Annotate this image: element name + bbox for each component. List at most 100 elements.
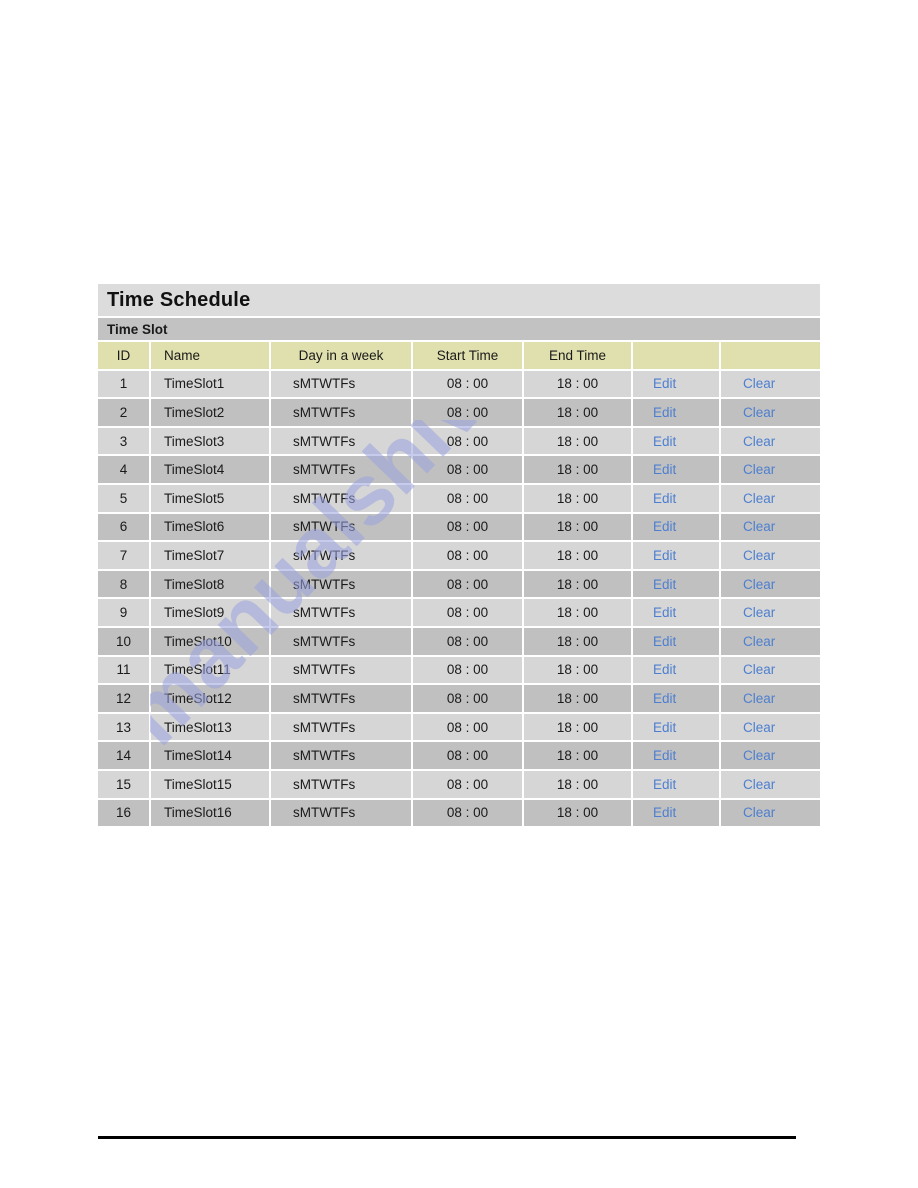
clear-link[interactable]: Clear <box>743 405 775 420</box>
cell-edit: Edit <box>632 398 721 428</box>
cell-day-in-week: sMTWTFs <box>270 626 413 657</box>
edit-link[interactable]: Edit <box>653 462 676 477</box>
column-header-end-time: End Time <box>523 341 633 371</box>
table-row: 12 TimeSlot12 sMTWTFs 08 : 00 18 : 00 Edit Cle… <box>98 684 820 714</box>
clear-link[interactable]: Clear <box>743 434 775 449</box>
cell-end-time: 18 : 00 <box>523 684 633 714</box>
cell-end-time: 18 : 00 <box>523 455 633 485</box>
cell-day-in-week: sMTWTFs <box>270 369 413 400</box>
cell-clear: Clear <box>720 455 820 485</box>
table-body: 1 TimeSlot1 sMTWTFs 08 : 00 18 : 00 Edit Clear… <box>98 369 820 829</box>
cell-edit: Edit <box>632 569 721 600</box>
cell-id: 14 <box>98 741 151 771</box>
cell-id: 3 <box>98 426 151 457</box>
cell-clear: Clear <box>720 769 820 800</box>
cell-start-time: 08 : 00 <box>412 626 524 657</box>
column-header-day: Day in a week <box>270 341 413 371</box>
table-row: 15 TimeSlot15 sMTWTFs 08 : 00 18 : 00 Edit Cle… <box>98 769 820 800</box>
clear-link[interactable]: Clear <box>743 777 775 792</box>
table-row: 11 TimeSlot11 sMTWTFs 08 : 00 18 : 00 Edit Cle… <box>98 655 820 686</box>
cell-day-in-week: sMTWTFs <box>270 398 413 428</box>
edit-link[interactable]: Edit <box>653 605 676 620</box>
clear-link[interactable]: Clear <box>743 519 775 534</box>
cell-start-time: 08 : 00 <box>412 483 524 514</box>
cell-name: TimeSlot9 <box>150 598 271 628</box>
cell-id: 16 <box>98 798 151 829</box>
edit-link[interactable]: Edit <box>653 577 676 592</box>
cell-start-time: 08 : 00 <box>412 741 524 771</box>
clear-link[interactable]: Clear <box>743 462 775 477</box>
cell-edit: Edit <box>632 626 721 657</box>
cell-end-time: 18 : 00 <box>523 798 633 829</box>
cell-name: TimeSlot10 <box>150 626 271 657</box>
edit-link[interactable]: Edit <box>653 662 676 677</box>
clear-link[interactable]: Clear <box>743 720 775 735</box>
cell-end-time: 18 : 00 <box>523 626 633 657</box>
edit-link[interactable]: Edit <box>653 405 676 420</box>
cell-start-time: 08 : 00 <box>412 398 524 428</box>
cell-edit: Edit <box>632 712 721 743</box>
cell-id: 2 <box>98 398 151 428</box>
cell-day-in-week: sMTWTFs <box>270 769 413 800</box>
cell-name: TimeSlot12 <box>150 684 271 714</box>
clear-link[interactable]: Clear <box>743 748 775 763</box>
cell-start-time: 08 : 00 <box>412 455 524 485</box>
cell-day-in-week: sMTWTFs <box>270 712 413 743</box>
edit-link[interactable]: Edit <box>653 634 676 649</box>
table-header-row: ID Name Day in a week Start Time End Tim… <box>98 341 820 371</box>
clear-link[interactable]: Clear <box>743 491 775 506</box>
cell-clear: Clear <box>720 655 820 686</box>
edit-link[interactable]: Edit <box>653 519 676 534</box>
column-header-id: ID <box>98 341 151 371</box>
cell-end-time: 18 : 00 <box>523 483 633 514</box>
cell-name: TimeSlot5 <box>150 483 271 514</box>
clear-link[interactable]: Clear <box>743 805 775 820</box>
cell-id: 11 <box>98 655 151 686</box>
edit-link[interactable]: Edit <box>653 720 676 735</box>
cell-day-in-week: sMTWTFs <box>270 798 413 829</box>
cell-end-time: 18 : 00 <box>523 598 633 628</box>
cell-start-time: 08 : 00 <box>412 598 524 628</box>
table-row: 13 TimeSlot13 sMTWTFs 08 : 00 18 : 00 Edit Cle… <box>98 712 820 743</box>
clear-link[interactable]: Clear <box>743 376 775 391</box>
edit-link[interactable]: Edit <box>653 777 676 792</box>
clear-link[interactable]: Clear <box>743 605 775 620</box>
cell-name: TimeSlot15 <box>150 769 271 800</box>
clear-link[interactable]: Clear <box>743 577 775 592</box>
table-row: 4 TimeSlot4 sMTWTFs 08 : 00 18 : 00 Edit Clear <box>98 455 820 485</box>
cell-id: 4 <box>98 455 151 485</box>
cell-name: TimeSlot8 <box>150 569 271 600</box>
cell-end-time: 18 : 00 <box>523 541 633 571</box>
cell-day-in-week: sMTWTFs <box>270 684 413 714</box>
cell-name: TimeSlot1 <box>150 369 271 400</box>
edit-link[interactable]: Edit <box>653 434 676 449</box>
cell-day-in-week: sMTWTFs <box>270 655 413 686</box>
table-row: 6 TimeSlot6 sMTWTFs 08 : 00 18 : 00 Edit Clear <box>98 512 820 543</box>
edit-link[interactable]: Edit <box>653 691 676 706</box>
edit-link[interactable]: Edit <box>653 805 676 820</box>
cell-edit: Edit <box>632 684 721 714</box>
clear-link[interactable]: Clear <box>743 662 775 677</box>
table-row: 5 TimeSlot5 sMTWTFs 08 : 00 18 : 00 Edit Clear <box>98 483 820 514</box>
cell-id: 10 <box>98 626 151 657</box>
cell-end-time: 18 : 00 <box>523 655 633 686</box>
edit-link[interactable]: Edit <box>653 491 676 506</box>
cell-start-time: 08 : 00 <box>412 512 524 543</box>
cell-day-in-week: sMTWTFs <box>270 741 413 771</box>
table-row: 3 TimeSlot3 sMTWTFs 08 : 00 18 : 00 Edit Clear <box>98 426 820 457</box>
clear-link[interactable]: Clear <box>743 548 775 563</box>
edit-link[interactable]: Edit <box>653 548 676 563</box>
cell-edit: Edit <box>632 455 721 485</box>
table-row: 9 TimeSlot9 sMTWTFs 08 : 00 18 : 00 Edit Clear <box>98 598 820 628</box>
cell-edit: Edit <box>632 483 721 514</box>
cell-day-in-week: sMTWTFs <box>270 598 413 628</box>
cell-name: TimeSlot7 <box>150 541 271 571</box>
clear-link[interactable]: Clear <box>743 634 775 649</box>
cell-day-in-week: sMTWTFs <box>270 483 413 514</box>
edit-link[interactable]: Edit <box>653 376 676 391</box>
clear-link[interactable]: Clear <box>743 691 775 706</box>
cell-edit: Edit <box>632 541 721 571</box>
cell-edit: Edit <box>632 798 721 829</box>
table-row: 14 TimeSlot14 sMTWTFs 08 : 00 18 : 00 Edit Cle… <box>98 741 820 771</box>
edit-link[interactable]: Edit <box>653 748 676 763</box>
